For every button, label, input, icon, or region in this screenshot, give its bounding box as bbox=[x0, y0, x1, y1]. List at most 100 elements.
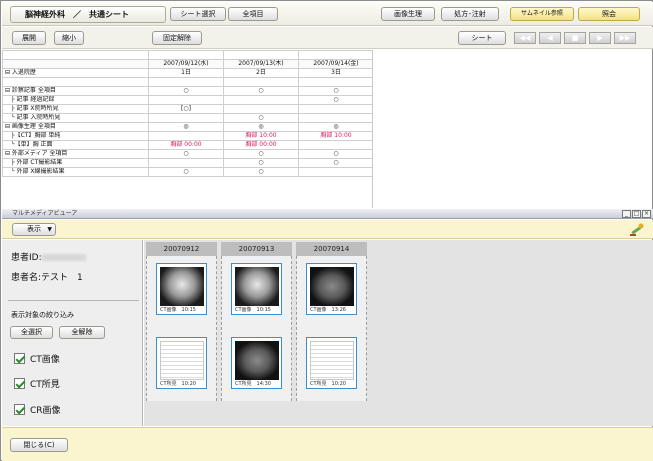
table-cell[interactable]: ○ bbox=[223, 113, 299, 123]
checkbox-checked-icon[interactable] bbox=[14, 377, 25, 389]
table-cell[interactable]: ○ bbox=[148, 86, 224, 96]
table-cell[interactable]: 胸部 00:00 bbox=[148, 140, 224, 150]
table-row[interactable]: └【単】胸 正面 胸部 00:00 胸部 00:00 bbox=[2, 140, 372, 150]
xray-image bbox=[235, 267, 279, 306]
table-cell bbox=[148, 77, 224, 87]
table-cell[interactable]: 1日 bbox=[148, 68, 224, 78]
date-header[interactable]: 2007/09/13(木) bbox=[223, 59, 299, 69]
last-page-icon[interactable]: ▶▶ bbox=[614, 32, 636, 44]
stop-icon[interactable]: ■ bbox=[564, 32, 586, 44]
filter-cr-image[interactable]: CR画像 bbox=[14, 403, 61, 416]
table-cell[interactable]: 3日 bbox=[298, 68, 372, 78]
maximize-icon[interactable]: □ bbox=[632, 210, 641, 218]
thumbnail-button[interactable]: サムネイル参照 bbox=[510, 7, 574, 21]
table-cell[interactable]: 胸部 10:00 bbox=[298, 131, 372, 141]
table-cell bbox=[148, 131, 224, 141]
table-row[interactable] bbox=[2, 77, 372, 87]
table-cell[interactable]: ○ bbox=[298, 149, 372, 159]
next-page-icon[interactable]: ▶ bbox=[589, 32, 611, 44]
unfix-button[interactable]: 固定解除 bbox=[152, 31, 202, 45]
minimize-icon[interactable]: _ bbox=[622, 210, 631, 218]
viewer-toolbar: 表示 ▼ bbox=[2, 220, 653, 239]
thumbnail-document[interactable]: CT所見 10:20 bbox=[306, 337, 357, 389]
table-row[interactable]: ⊟ 診察記事 全項目 ○ ○ ○ bbox=[2, 86, 372, 96]
table-row[interactable]: ⊟ 入退院歴 1日 2日 3日 bbox=[2, 68, 372, 78]
table-cell[interactable]: ○ bbox=[223, 86, 299, 96]
document-image bbox=[160, 341, 204, 380]
consult-button[interactable]: 照会 bbox=[578, 7, 640, 21]
table-row[interactable]: ⊟ 外部メディア 全項目 ○ ○ ○ bbox=[2, 149, 372, 159]
filter-ct-findings[interactable]: CT所見 bbox=[14, 377, 60, 390]
display-menu-button[interactable]: 表示 ▼ bbox=[12, 223, 56, 236]
thumbnail-document[interactable]: CT所見 10:20 bbox=[156, 337, 207, 389]
top-toolbar: 脳神経外科 ／ 共通シート シート選択 全項目 画像生理 処方･注射 サムネイル参照… bbox=[2, 2, 653, 26]
patient-id-label: 患者ID: bbox=[11, 250, 86, 263]
table-cell[interactable]: 2日 bbox=[223, 68, 299, 78]
table-cell[interactable]: ○ bbox=[298, 95, 372, 105]
table-row[interactable]: ⊟ 画像生理 全項目 ◎ ◎ ◎ bbox=[2, 122, 372, 132]
table-cell bbox=[298, 77, 372, 87]
table-row bbox=[2, 50, 372, 60]
row-label: ⊟ 画像生理 全項目 bbox=[2, 122, 149, 132]
table-row[interactable]: └ 記事 入院時所見 ○ bbox=[2, 113, 372, 123]
display-menu-label: 表示 bbox=[27, 225, 41, 233]
table-row[interactable]: ├ 外部 CT撮影結果 ○ ○ bbox=[2, 158, 372, 168]
table-cell[interactable]: ○ bbox=[148, 167, 224, 177]
table-cell[interactable]: ◎ bbox=[298, 122, 372, 132]
table-row[interactable]: ├ 記事 X院時所見 [○] bbox=[2, 104, 372, 114]
collapse-button[interactable]: 縮小 bbox=[54, 31, 84, 45]
pen-tool-icon[interactable] bbox=[629, 222, 645, 237]
table-cell bbox=[298, 113, 372, 123]
sheet-button[interactable]: シート bbox=[458, 31, 506, 45]
date-column-header: 20070912 bbox=[146, 242, 217, 256]
prev-page-icon[interactable]: ◀ bbox=[539, 32, 561, 44]
row-label: ⊟ 診察記事 全項目 bbox=[2, 86, 149, 96]
checkbox-checked-icon[interactable] bbox=[14, 403, 25, 415]
table-cell bbox=[148, 95, 224, 105]
date-header[interactable]: 2007/09/12(水) bbox=[148, 59, 224, 69]
close-button[interactable]: 閉じる(C) bbox=[10, 438, 68, 452]
patient-panel: 患者ID: 患者名:テスト 1 表示対象の絞り込み 全選択 全解除 CT画像 C… bbox=[2, 240, 143, 426]
table-cell[interactable]: ◎ bbox=[223, 122, 299, 132]
row-label: └【単】胸 正面 bbox=[2, 140, 149, 150]
dropdown-arrow-icon: ▼ bbox=[47, 226, 52, 233]
ct-image bbox=[310, 267, 354, 306]
close-icon[interactable]: × bbox=[642, 210, 651, 218]
panel-divider bbox=[8, 300, 139, 301]
thumbnail-xray[interactable]: CT画像 10:15 bbox=[231, 263, 282, 315]
all-items-button[interactable]: 全項目 bbox=[228, 7, 278, 21]
deselect-all-button[interactable]: 全解除 bbox=[59, 326, 105, 339]
table-cell[interactable]: 胸部 00:00 bbox=[223, 140, 299, 150]
prescription-button[interactable]: 処方･注射 bbox=[441, 7, 499, 21]
sheet-title-tab[interactable]: 脳神経外科 ／ 共通シート bbox=[10, 6, 166, 23]
table-cell[interactable]: [○] bbox=[148, 104, 224, 114]
table-cell[interactable]: ○ bbox=[223, 149, 299, 159]
select-all-button[interactable]: 全選択 bbox=[10, 326, 53, 339]
table-cell bbox=[223, 104, 299, 114]
checkbox-checked-icon[interactable] bbox=[14, 352, 25, 364]
thumbnail-xray[interactable]: CT画像 10:15 bbox=[156, 263, 207, 315]
expand-button[interactable]: 展開 bbox=[12, 31, 46, 45]
table-row[interactable]: ├ 記事 経過記録 ○ bbox=[2, 95, 372, 105]
table-cell[interactable]: ○ bbox=[298, 86, 372, 96]
table-cell[interactable]: 胸部 10:00 bbox=[223, 131, 299, 141]
table-row[interactable]: ├【CT】胸部 単純 胸部 10:00 胸部 10:00 bbox=[2, 131, 372, 141]
first-page-icon[interactable]: ◀◀ bbox=[514, 32, 536, 44]
patient-name-label: 患者名:テスト 1 bbox=[11, 273, 83, 283]
table-cell[interactable]: ○ bbox=[223, 167, 299, 177]
table-cell bbox=[298, 104, 372, 114]
table-cell[interactable]: ◎ bbox=[148, 122, 224, 132]
table-cell[interactable]: ○ bbox=[298, 158, 372, 168]
row-label: ⊟ 入退院歴 bbox=[2, 68, 149, 78]
table-row[interactable]: └ 外部 X線撮影結果 ○ ○ bbox=[2, 167, 372, 177]
sheet-name-label: 共通シート bbox=[89, 10, 129, 19]
thumbnail-ct[interactable]: CT所見 14:30 bbox=[231, 337, 282, 389]
date-header[interactable]: 2007/09/14(金) bbox=[298, 59, 372, 69]
row-label: └ 外部 X線撮影結果 bbox=[2, 167, 149, 177]
thumbnail-ct[interactable]: CT画像 13:26 bbox=[306, 263, 357, 315]
filter-ct-image[interactable]: CT画像 bbox=[14, 352, 60, 365]
image-viewer-button[interactable]: 画像生理 bbox=[381, 7, 435, 21]
table-cell[interactable]: ○ bbox=[223, 158, 299, 168]
sheet-select-button[interactable]: シート選択 bbox=[170, 7, 226, 21]
table-cell[interactable]: ○ bbox=[148, 149, 224, 159]
